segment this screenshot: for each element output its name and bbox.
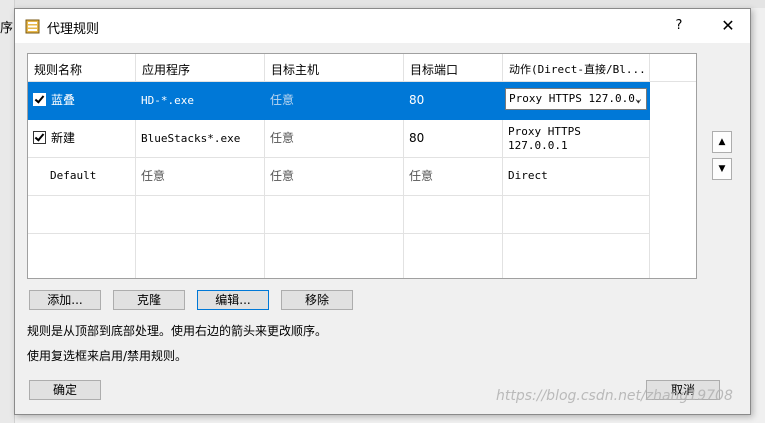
add-button[interactable]: 添加... [29,290,101,310]
close-button[interactable]: ✕ [710,15,746,37]
move-up-button[interactable]: ▲ [712,131,732,153]
chevron-down-icon: ⌄ [634,91,642,105]
rule-name: 蓝叠 [51,93,76,107]
help-button[interactable]: ? [665,15,693,37]
empty-cell [503,234,650,278]
remove-button[interactable]: 移除 [281,290,353,310]
column-header-filler [650,54,696,82]
empty-cell [28,234,136,278]
action-text-line1: Proxy HTTPS [508,125,581,138]
info-checkbox-text: 使用复选框来启用/禁用规则。 [27,349,188,363]
empty-cell [404,234,503,278]
action-text-line2: 127.0.0.1 [508,139,568,152]
title-bar: 代理规则 ? ✕ [15,9,750,43]
background-window [0,0,765,8]
target-port-cell[interactable]: 80 [404,120,503,158]
column-header-application[interactable]: 应用程序 [136,54,265,82]
rule-enabled-checkbox[interactable] [33,93,46,106]
background-title-fragment: 序 [0,21,14,36]
rules-icon [25,19,40,34]
empty-cell [404,196,503,234]
action-dropdown[interactable]: Proxy HTTPS 127.0.0. ⌄ [505,88,647,110]
empty-cell [265,234,404,278]
column-header-rule-name[interactable]: 规则名称 [28,54,136,82]
rule-enabled-checkbox[interactable] [33,131,46,144]
rule-name-cell[interactable]: 新建 [28,120,136,158]
dialog-title: 代理规则 [47,22,100,37]
action-cell[interactable]: Direct [503,158,650,196]
empty-cell [136,234,265,278]
application-cell[interactable]: 任意 [136,158,265,196]
column-header-action[interactable]: 动作(Direct-直接/Bl... [503,54,650,82]
ok-button[interactable]: 确定 [29,380,101,400]
action-cell[interactable]: Proxy HTTPS 127.0.0.1 [503,120,650,158]
arrow-down-icon: ▼ [718,164,726,174]
column-header-target-port[interactable]: 目标端口 [404,54,503,82]
empty-cell [503,196,650,234]
background-window-edge: 序 [0,0,15,423]
action-dropdown-value: Proxy HTTPS 127.0.0. [509,92,642,105]
target-host-cell[interactable]: 任意 [265,82,404,120]
edit-button[interactable]: 编辑... [197,290,269,310]
rule-name-cell[interactable]: 蓝叠 [28,82,136,120]
target-port-cell[interactable]: 80 [404,82,503,120]
column-header-target-host[interactable]: 目标主机 [265,54,404,82]
empty-cell [136,196,265,234]
move-down-button[interactable]: ▼ [712,158,732,180]
target-port-cell[interactable]: 任意 [404,158,503,196]
watermark: https://blog.csdn.net/zhang19708 [496,388,733,404]
rule-name: 新建 [51,131,76,145]
empty-cell [265,196,404,234]
info-order-text: 规则是从顶部到底部处理。使用右边的箭头来更改顺序。 [27,324,328,338]
application-cell[interactable]: HD-*.exe [136,82,265,120]
rules-table: 规则名称 应用程序 目标主机 目标端口 动作(Direct-直接/Bl... 蓝… [27,53,697,279]
proxy-rules-dialog: 代理规则 ? ✕ 规则名称 应用程序 目标主机 目标端口 动作(Direct-直… [14,8,751,415]
target-host-cell[interactable]: 任意 [265,120,404,158]
clone-button[interactable]: 克隆 [113,290,185,310]
application-cell[interactable]: BlueStacks*.exe [136,120,265,158]
action-cell[interactable]: Proxy HTTPS 127.0.0. ⌄ [503,82,650,120]
arrow-up-icon: ▲ [718,137,726,147]
target-host-cell[interactable]: 任意 [265,158,404,196]
empty-cell [28,196,136,234]
rule-name-cell[interactable]: Default [28,158,136,196]
